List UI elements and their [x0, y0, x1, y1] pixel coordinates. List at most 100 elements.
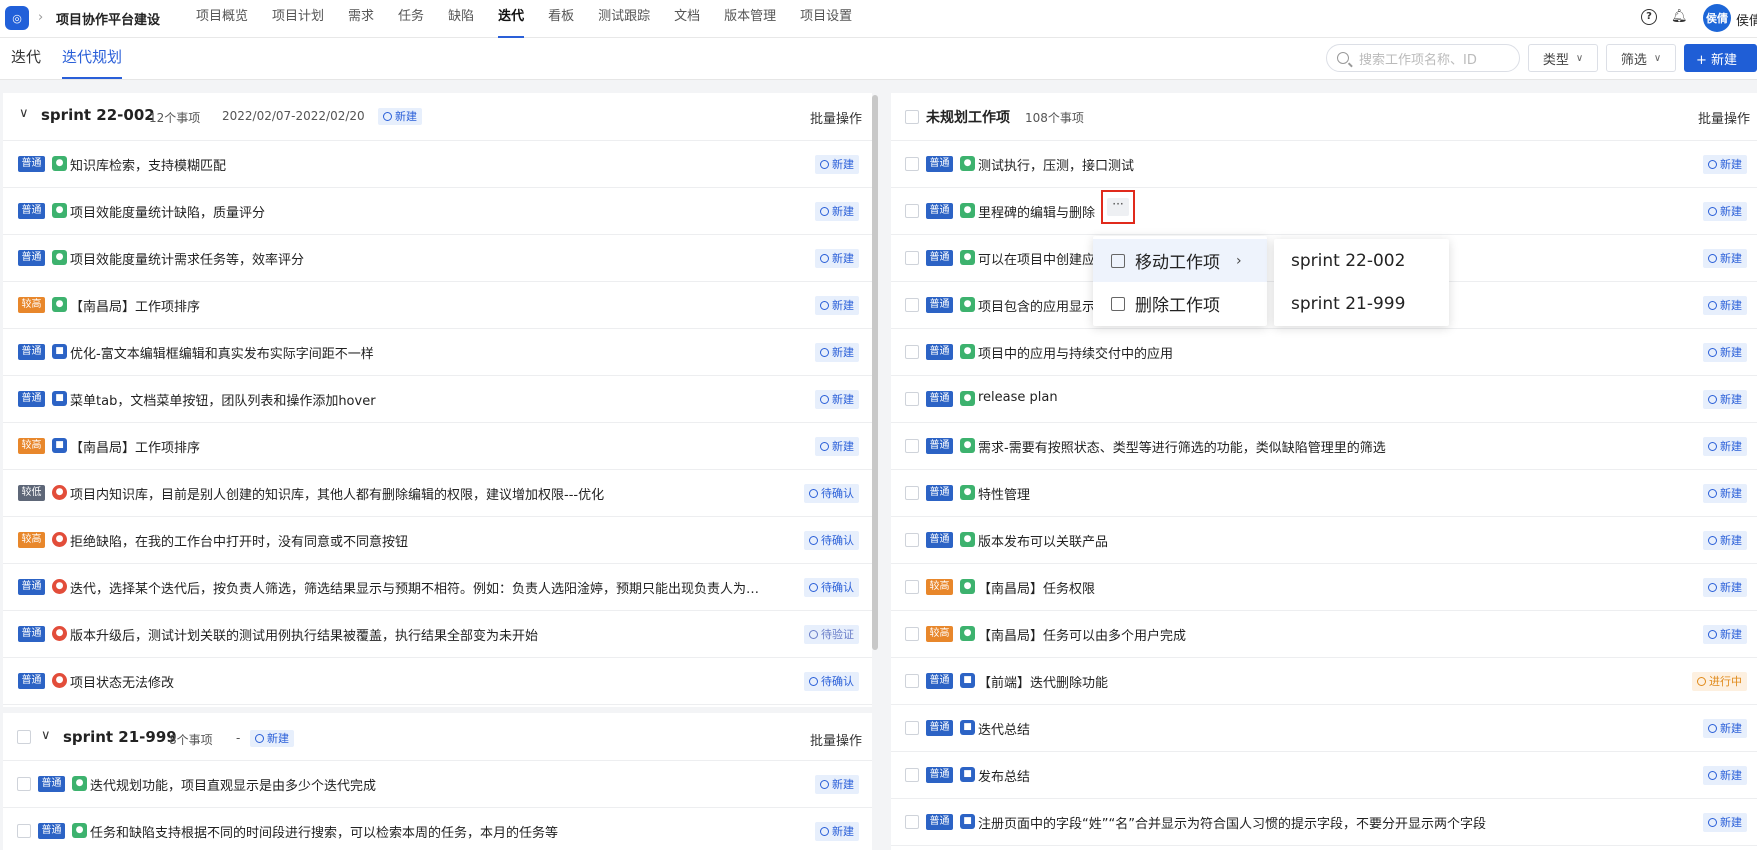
- table-row[interactable]: 较低 ● 项目内知识库，目前是别人创建的知识库，其他人都有删除编辑的权限，建议增加权…: [3, 470, 872, 517]
- batch-operation-button[interactable]: 批量操作: [1698, 108, 1750, 127]
- status-badge[interactable]: 新建: [815, 437, 859, 456]
- search-input[interactable]: 搜索工作项名称、ID: [1326, 44, 1520, 72]
- table-row[interactable]: 普通 ● 迭代规划功能，项目直观显示是由多少个迭代完成 新建: [3, 761, 872, 808]
- table-row[interactable]: 普通 ● 特性管理 新建: [891, 470, 1757, 517]
- table-row[interactable]: 普通 ● 知识库检索，支持模糊匹配 新建: [3, 141, 872, 188]
- row-checkbox[interactable]: [905, 157, 919, 171]
- menu-item-7[interactable]: 测试跟踪: [598, 0, 650, 38]
- status-badge[interactable]: 新建: [1703, 390, 1747, 409]
- table-row[interactable]: 普通 ● 版本升级后，测试计划关联的测试用例执行结果被覆盖，执行结果全部变为未开始 待…: [3, 611, 872, 658]
- menu-item-5[interactable]: 迭代: [498, 0, 525, 38]
- table-row[interactable]: 普通 ● 项目状态无法修改 待确认: [3, 658, 872, 705]
- row-title[interactable]: 优化-富文本编辑框编辑和真实发布实际字间距不一样: [70, 343, 374, 362]
- status-badge[interactable]: 新建: [1703, 343, 1747, 362]
- submenu-item-sprint-22-002[interactable]: sprint 22-002: [1274, 239, 1449, 282]
- row-checkbox[interactable]: [905, 298, 919, 312]
- menu-item-3[interactable]: 任务: [398, 0, 424, 38]
- table-row[interactable]: 普通 ● 需求-需要有按照状态、类型等进行筛选的功能，类似缺陷管理里的筛选 新建: [891, 423, 1757, 470]
- status-badge[interactable]: 新建: [1703, 484, 1747, 503]
- row-title[interactable]: 里程碑的编辑与删除: [978, 202, 1095, 221]
- user-name[interactable]: 侯倩: [1736, 10, 1757, 29]
- table-row[interactable]: 普通 ■ 注册页面中的字段“姓”“名”合并显示为符合国人习惯的提示字段，不要分开显示…: [891, 799, 1757, 846]
- menu-item-9[interactable]: 版本管理: [724, 0, 776, 38]
- row-title[interactable]: 特性管理: [978, 484, 1030, 503]
- status-badge[interactable]: 新建: [1703, 625, 1747, 644]
- table-row[interactable]: 普通 ■ 菜单tab，文档菜单按钮，团队列表和操作添加hover 新建: [3, 376, 872, 423]
- row-checkbox[interactable]: [905, 627, 919, 641]
- row-checkbox[interactable]: [905, 580, 919, 594]
- project-title[interactable]: 项目协作平台建设: [56, 9, 160, 28]
- status-badge[interactable]: 待确认: [804, 484, 859, 503]
- row-checkbox[interactable]: [905, 815, 919, 829]
- row-title[interactable]: 菜单tab，文档菜单按钮，团队列表和操作添加hover: [70, 390, 376, 409]
- filter-dropdown[interactable]: 筛选 ∨: [1606, 44, 1676, 72]
- menu-item-1[interactable]: 项目计划: [272, 0, 324, 38]
- table-row[interactable]: 普通 ■ 发布总结 新建: [891, 752, 1757, 799]
- row-title[interactable]: 拒绝缺陷，在我的工作台中打开时，没有同意或不同意按钮: [70, 531, 408, 550]
- help-icon[interactable]: ?: [1641, 9, 1657, 25]
- app-logo-icon[interactable]: ◎: [5, 6, 29, 30]
- sprint-name[interactable]: sprint 22-002: [41, 106, 155, 124]
- row-checkbox[interactable]: [17, 777, 31, 791]
- status-badge[interactable]: 进行中: [1692, 672, 1747, 691]
- batch-operation-button[interactable]: 批量操作: [810, 730, 862, 749]
- status-badge[interactable]: 待验证: [804, 625, 859, 644]
- row-title[interactable]: 迭代，选择某个迭代后，按负责人筛选，筛选结果显示与预期不相符。例如：负责人选阳淦…: [70, 578, 770, 597]
- batch-operation-button[interactable]: 批量操作: [810, 108, 862, 127]
- table-row[interactable]: 普通 ● 项目效能度量统计需求任务等，效率评分 新建: [3, 235, 872, 282]
- row-title[interactable]: 版本发布可以关联产品: [978, 531, 1108, 550]
- row-title[interactable]: release plan: [978, 390, 1058, 405]
- menu-item-8[interactable]: 文档: [674, 0, 700, 38]
- select-all-checkbox[interactable]: [905, 110, 919, 124]
- menu-item-6[interactable]: 看板: [548, 0, 574, 38]
- table-row[interactable]: 普通 ● 里程碑的编辑与删除 新建: [891, 188, 1757, 235]
- row-title[interactable]: 项目效能度量统计缺陷，质量评分: [70, 202, 265, 221]
- menu-item-move[interactable]: 移动工作项 ›: [1093, 239, 1267, 282]
- row-title[interactable]: 【南昌局】工作项排序: [70, 437, 200, 456]
- menu-item-10[interactable]: 项目设置: [800, 0, 852, 38]
- menu-item-0[interactable]: 项目概览: [196, 0, 248, 38]
- row-title[interactable]: 【南昌局】任务权限: [978, 578, 1095, 597]
- table-row[interactable]: 普通 ● 测试执行，压测，接口测试 新建: [891, 141, 1757, 188]
- type-dropdown[interactable]: 类型 ∨: [1528, 44, 1598, 72]
- status-badge[interactable]: 新建: [1703, 202, 1747, 221]
- status-badge[interactable]: 新建: [815, 249, 859, 268]
- row-title[interactable]: 版本升级后，测试计划关联的测试用例执行结果被覆盖，执行结果全部变为未开始: [70, 625, 538, 644]
- row-title[interactable]: 测试执行，压测，接口测试: [978, 155, 1134, 174]
- table-row[interactable]: 较高 ● 【南昌局】任务可以由多个用户完成 新建: [891, 611, 1757, 658]
- row-title[interactable]: 可以在项目中创建应: [978, 249, 1095, 268]
- status-badge[interactable]: 新建: [815, 296, 859, 315]
- row-checkbox[interactable]: [905, 486, 919, 500]
- status-badge[interactable]: 新建: [1703, 531, 1747, 550]
- table-row[interactable]: 普通 ● 项目效能度量统计缺陷，质量评分 新建: [3, 188, 872, 235]
- row-checkbox[interactable]: [905, 533, 919, 547]
- row-checkbox[interactable]: [905, 345, 919, 359]
- menu-item-delete[interactable]: 删除工作项: [1093, 282, 1267, 325]
- row-title[interactable]: 知识库检索，支持模糊匹配: [70, 155, 226, 174]
- status-badge[interactable]: 新建: [1703, 437, 1747, 456]
- sprint-name[interactable]: sprint 21-999: [63, 728, 177, 746]
- status-badge[interactable]: 新建: [815, 155, 859, 174]
- avatar[interactable]: 侯倩: [1703, 4, 1731, 32]
- row-checkbox[interactable]: [905, 392, 919, 406]
- status-badge[interactable]: 新建: [1703, 296, 1747, 315]
- status-badge[interactable]: 新建: [1703, 155, 1747, 174]
- bell-icon[interactable]: 🔔︎: [1671, 9, 1688, 25]
- row-checkbox[interactable]: [905, 721, 919, 735]
- row-title[interactable]: 发布总结: [978, 766, 1030, 785]
- table-row[interactable]: 较高 ■ 【南昌局】工作项排序 新建: [3, 423, 872, 470]
- row-title[interactable]: 【南昌局】工作项排序: [70, 296, 200, 315]
- table-row[interactable]: 较高 ● 【南昌局】工作项排序 新建: [3, 282, 872, 329]
- status-badge[interactable]: 新建: [815, 343, 859, 362]
- status-badge[interactable]: 新建: [815, 202, 859, 221]
- scrollbar[interactable]: [872, 95, 878, 650]
- row-checkbox[interactable]: [905, 768, 919, 782]
- status-badge[interactable]: 新建: [1703, 766, 1747, 785]
- row-title[interactable]: 项目内知识库，目前是别人创建的知识库，其他人都有删除编辑的权限，建议增加权限--…: [70, 484, 604, 503]
- row-checkbox[interactable]: [905, 251, 919, 265]
- row-checkbox[interactable]: [905, 674, 919, 688]
- status-badge[interactable]: 新建: [815, 775, 859, 794]
- collapse-chevron-icon[interactable]: ∨: [41, 728, 51, 743]
- menu-item-4[interactable]: 缺陷: [448, 0, 474, 38]
- row-checkbox[interactable]: [17, 824, 31, 838]
